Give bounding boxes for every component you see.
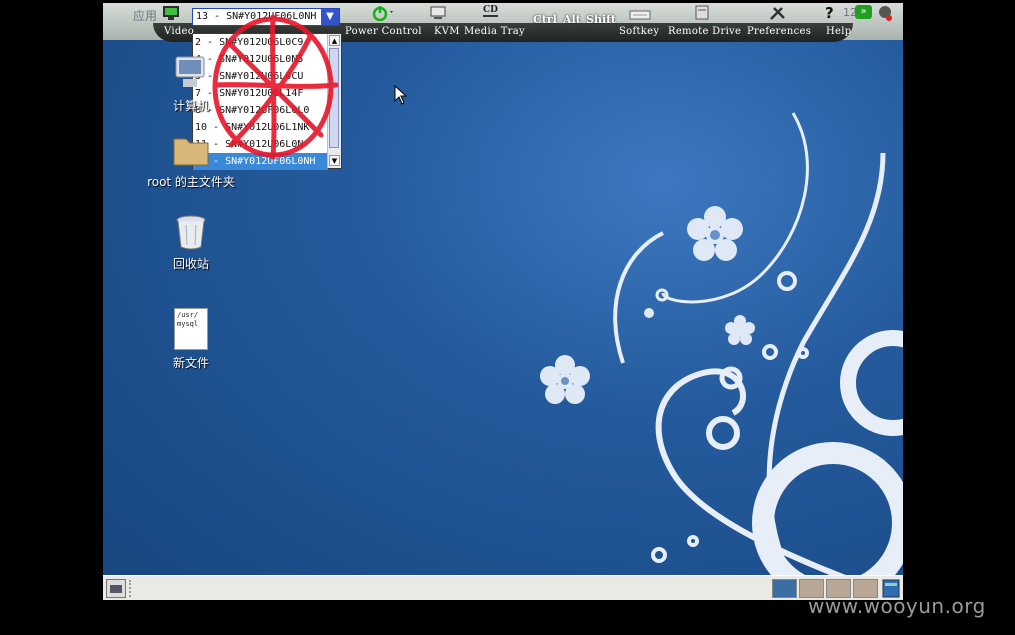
ctrl-key-button[interactable]: Ctrl	[533, 13, 557, 26]
keyboard-icon[interactable]	[629, 5, 651, 21]
help-button[interactable]: Help	[826, 26, 851, 37]
desktop-icon-label: 计算机	[172, 99, 209, 113]
text-file-icon: /usr/ mysql	[174, 308, 208, 350]
bottom-panel	[103, 575, 903, 600]
desktop-icon-trash[interactable]: 回收站	[136, 213, 246, 272]
kvm-button[interactable]: KVM	[434, 26, 460, 37]
user-network-icon	[879, 6, 892, 21]
kvm-monitor-icon[interactable]	[429, 5, 449, 21]
file-preview-text: /usr/ mysql	[177, 311, 199, 328]
workspace-1[interactable]	[772, 579, 797, 598]
video-button[interactable]: Video	[164, 26, 194, 37]
media-cd-label: CD	[483, 5, 498, 17]
wrench-tools-icon[interactable]	[768, 5, 788, 21]
desktop-icon-label: 回收站	[172, 257, 209, 271]
watermark: www.wooyun.org	[808, 594, 986, 618]
help-question-icon[interactable]: ?	[825, 4, 834, 22]
folder-icon	[173, 138, 209, 166]
show-desktop-icon[interactable]	[106, 579, 126, 598]
remote-drive-button[interactable]: Remote Drive	[668, 26, 741, 37]
power-icon[interactable]	[371, 5, 395, 21]
expand-toolbar-icon[interactable]: »	[855, 5, 872, 19]
panel-handle	[129, 580, 135, 597]
softkey-button[interactable]: Softkey	[619, 26, 659, 37]
desktop-icon-new-file[interactable]: /usr/ mysql 新文件	[136, 308, 246, 371]
power-control-button[interactable]: Power Control	[345, 26, 422, 37]
desktop-icon-computer[interactable]: 计算机	[136, 53, 246, 114]
gnome-applications-menu[interactable]: 应用	[133, 7, 157, 24]
video-monitor-icon[interactable]	[161, 5, 183, 21]
media-tray-button[interactable]: Media Tray	[464, 26, 525, 37]
desktop-icon-home-folder[interactable]: root 的主文件夹	[136, 133, 246, 190]
desktop-icon-label: root 的主文件夹	[147, 175, 235, 189]
alt-key-button[interactable]: Alt	[563, 13, 581, 26]
mouse-cursor-icon	[394, 85, 408, 105]
wallpaper-swirls	[613, 112, 903, 600]
remote-drive-icon[interactable]	[693, 5, 711, 21]
shift-key-button[interactable]: Shift	[586, 13, 616, 26]
preferences-button[interactable]: Preferences	[747, 26, 811, 37]
computer-icon	[175, 56, 205, 87]
remote-desktop-screen[interactable]: 应用 CD Ctrl Alt Shift ? 12 » Video Power …	[103, 3, 903, 600]
desktop-icon-label: 新文件	[172, 356, 209, 370]
trash-icon	[176, 215, 206, 250]
